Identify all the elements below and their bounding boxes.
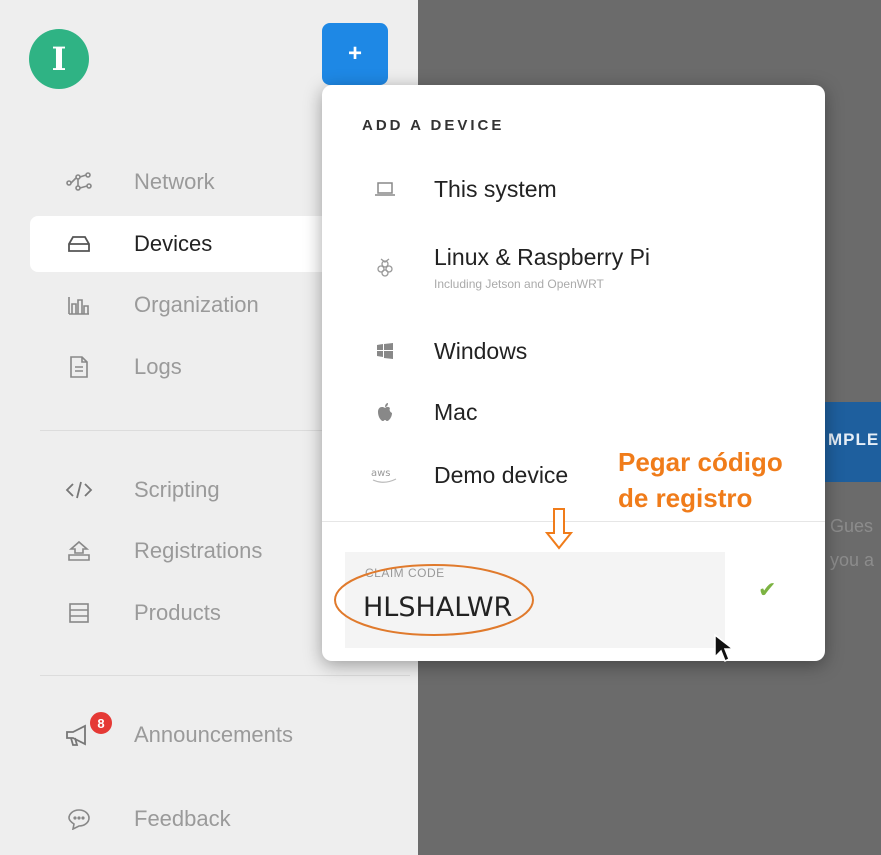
annotation-line-2: de registro bbox=[618, 483, 753, 513]
annotation-ellipse bbox=[334, 564, 534, 636]
option-linux-raspberry-pi[interactable]: Linux & Raspberry Pi Including Jetson an… bbox=[322, 237, 825, 297]
banner-text: MPLE bbox=[828, 430, 880, 449]
svg-text:aws: aws bbox=[371, 468, 391, 479]
sidebar-divider bbox=[40, 675, 410, 676]
sidebar-item-label: Logs bbox=[134, 354, 182, 379]
option-mac[interactable]: Mac bbox=[322, 394, 825, 430]
sidebar-item-announcements[interactable]: Announcements bbox=[30, 707, 400, 763]
logs-icon bbox=[64, 355, 94, 379]
annotation-line-1: Pegar código bbox=[618, 447, 783, 477]
annotation-text: Pegar código de registro bbox=[618, 444, 783, 516]
sidebar-item-label: Feedback bbox=[134, 806, 231, 831]
option-label: Windows bbox=[434, 337, 528, 364]
sidebar-item-label: Network bbox=[134, 169, 215, 194]
devices-icon bbox=[64, 235, 94, 253]
sidebar-item-label: Scripting bbox=[134, 477, 220, 502]
apple-icon bbox=[370, 402, 400, 422]
sidebar-item-feedback[interactable]: Feedback bbox=[30, 791, 400, 847]
add-device-button[interactable]: + bbox=[322, 23, 388, 85]
products-icon bbox=[64, 602, 94, 624]
laptop-icon bbox=[370, 181, 400, 197]
option-this-system[interactable]: This system bbox=[322, 171, 825, 207]
sidebar-item-label: Devices bbox=[134, 231, 213, 256]
aws-icon: aws bbox=[370, 465, 400, 485]
option-label: Mac bbox=[434, 398, 478, 425]
organization-icon bbox=[64, 294, 94, 316]
option-label: Linux & Raspberry Pi bbox=[434, 243, 651, 270]
sidebar-item-label: Organization bbox=[134, 292, 259, 317]
mouse-cursor-icon bbox=[714, 633, 735, 663]
option-windows[interactable]: Windows bbox=[322, 333, 825, 369]
sidebar-item-label: Products bbox=[134, 600, 221, 625]
network-icon bbox=[64, 171, 94, 193]
option-label: Demo device bbox=[434, 461, 569, 488]
panel-title: ADD A DEVICE bbox=[362, 117, 505, 134]
background-text-2: you a bbox=[830, 550, 875, 570]
sidebar-item-label: Announcements bbox=[134, 722, 293, 747]
annotation-arrow-icon bbox=[544, 508, 574, 550]
registrations-icon bbox=[64, 540, 94, 562]
background-text-1: Gues bbox=[830, 516, 874, 536]
avatar[interactable]: I bbox=[29, 29, 89, 89]
confirm-check-icon[interactable]: ✔ bbox=[758, 577, 776, 603]
raspberry-pi-icon bbox=[370, 256, 400, 278]
announcements-badge: 8 bbox=[88, 710, 114, 736]
windows-icon bbox=[370, 342, 400, 360]
avatar-letter: I bbox=[51, 40, 67, 78]
code-icon bbox=[64, 480, 94, 500]
sidebar-item-label: Registrations bbox=[134, 538, 263, 563]
option-label: This system bbox=[434, 175, 557, 202]
background-banner: MPLE bbox=[822, 402, 881, 482]
feedback-icon bbox=[64, 808, 94, 830]
option-sublabel: Including Jetson and OpenWRT bbox=[434, 276, 604, 291]
